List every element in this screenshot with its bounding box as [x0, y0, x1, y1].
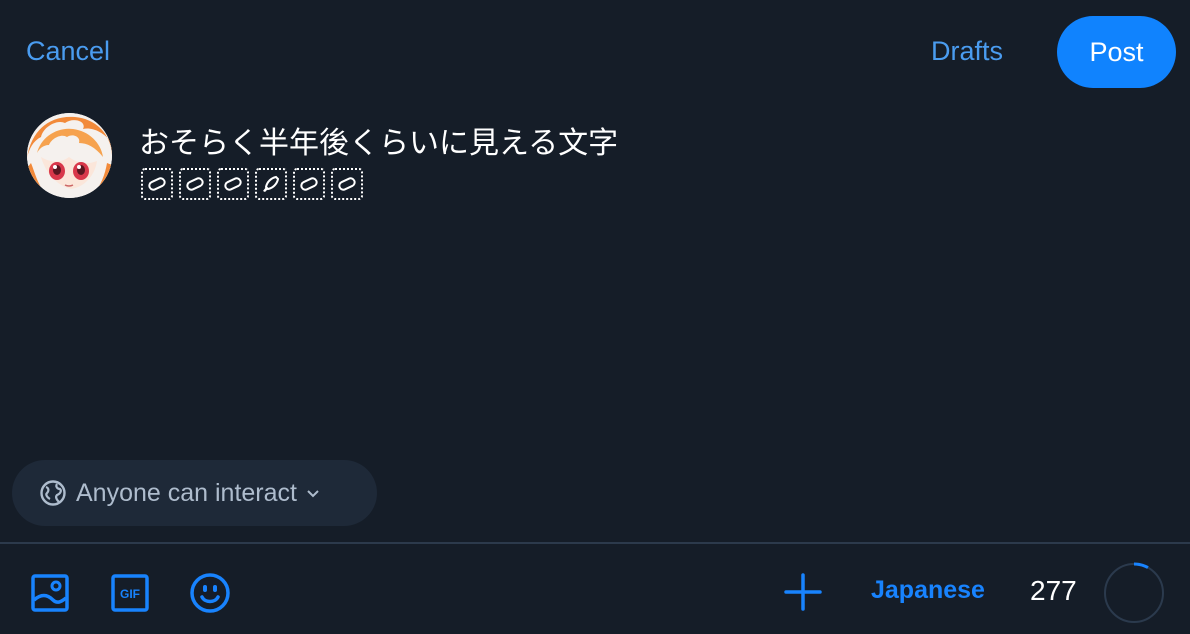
toolbar-divider	[0, 542, 1190, 544]
post-text[interactable]: おそらく半年後くらいに見える文字	[139, 118, 618, 162]
avatar[interactable]	[27, 113, 112, 198]
plaster-icon	[217, 168, 249, 200]
cancel-button[interactable]: Cancel	[26, 36, 110, 67]
plaster-icon	[141, 168, 173, 200]
plus-icon[interactable]	[784, 573, 822, 611]
globe-icon	[40, 480, 66, 506]
svg-text:GIF: GIF	[120, 587, 140, 601]
emoji-icon[interactable]	[189, 572, 231, 614]
drafts-button[interactable]: Drafts	[931, 36, 1003, 67]
gif-icon[interactable]: GIF	[111, 574, 149, 612]
composer-header: Cancel Drafts Post	[0, 0, 1190, 100]
chevron-down-icon	[307, 490, 319, 498]
rocket-icon	[255, 168, 287, 200]
plaster-icon	[179, 168, 211, 200]
post-button[interactable]: Post	[1057, 16, 1176, 88]
language-selector[interactable]: Japanese	[871, 576, 985, 605]
sticker-row	[141, 168, 363, 200]
plaster-icon	[331, 168, 363, 200]
interaction-label: Anyone can interact	[76, 478, 297, 507]
interaction-settings-button[interactable]: Anyone can interact	[12, 460, 377, 526]
plaster-icon	[293, 168, 325, 200]
character-count: 277	[1030, 575, 1077, 606]
character-progress-ring	[1103, 562, 1165, 624]
avatar-image	[27, 113, 112, 198]
image-icon[interactable]	[31, 574, 69, 612]
